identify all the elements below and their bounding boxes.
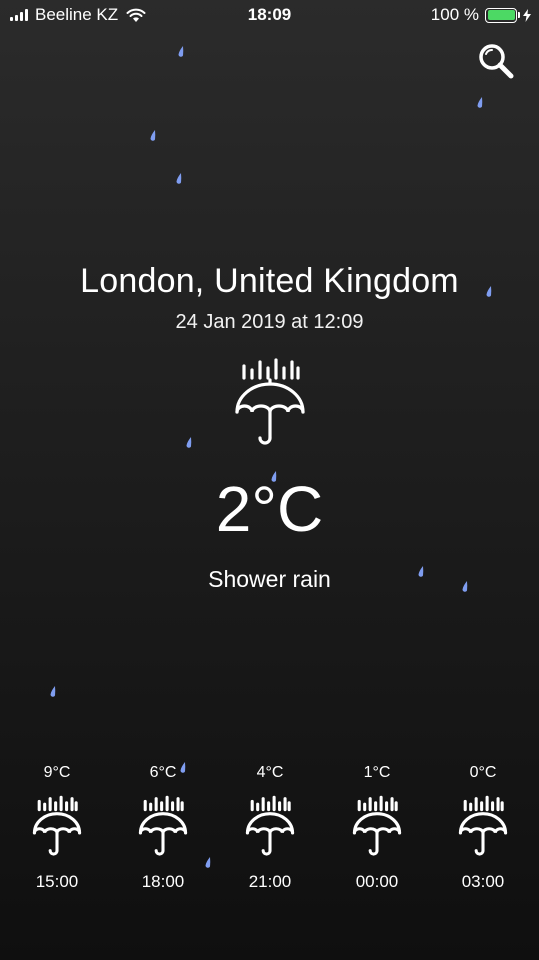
rain-drop-icon xyxy=(176,173,182,184)
forecast-temperature: 1°C xyxy=(363,764,391,781)
hourly-forecast: 9°C 15:00 6°C 18:00 4°C 21:00 1°C 00:00 … xyxy=(0,762,539,902)
umbrella-rain-icon xyxy=(245,795,295,856)
battery-percentage: 100 % xyxy=(430,5,479,24)
forecast-temperature: 9°C xyxy=(43,764,71,781)
forecast-time: 03:00 xyxy=(461,872,505,891)
forecast-item: 4°C 21:00 xyxy=(225,762,315,892)
forecast-temperature: 0°C xyxy=(469,764,497,781)
charging-icon xyxy=(523,8,531,22)
battery-tip xyxy=(518,12,520,18)
rain-drop-icon xyxy=(50,686,56,697)
status-bar: Beeline KZ 18:09 100 % xyxy=(0,0,539,30)
forecast-item: 9°C 15:00 xyxy=(12,762,102,892)
umbrella-rain-icon xyxy=(235,358,305,445)
rain-drop-icon xyxy=(150,130,156,141)
umbrella-rain-icon xyxy=(32,795,82,856)
forecast-time: 15:00 xyxy=(35,872,79,891)
rain-drop-icon xyxy=(178,46,184,57)
umbrella-rain-icon xyxy=(138,795,188,856)
date-time: 24 Jan 2019 at 12:09 xyxy=(175,311,364,333)
rain-drop-icon xyxy=(186,437,192,448)
rain-drop-icon xyxy=(477,97,483,108)
search-icon[interactable] xyxy=(476,42,516,82)
forecast-temperature: 4°C xyxy=(256,764,284,781)
current-temperature: 2°C xyxy=(215,473,324,545)
weather-condition: Shower rain xyxy=(208,566,331,592)
forecast-time: 00:00 xyxy=(355,872,399,891)
forecast-item: 0°C 03:00 xyxy=(438,762,528,892)
umbrella-rain-icon xyxy=(458,795,508,856)
forecast-time: 21:00 xyxy=(248,872,292,891)
forecast-item: 1°C 00:00 xyxy=(332,762,422,892)
forecast-temperature: 6°C xyxy=(149,764,177,781)
location-title: London, United Kingdom xyxy=(80,262,459,300)
forecast-item: 6°C 18:00 xyxy=(118,762,208,892)
forecast-time: 18:00 xyxy=(141,872,185,891)
umbrella-rain-icon xyxy=(352,795,402,856)
status-right: 100 % xyxy=(431,5,531,25)
battery-icon xyxy=(485,7,517,23)
